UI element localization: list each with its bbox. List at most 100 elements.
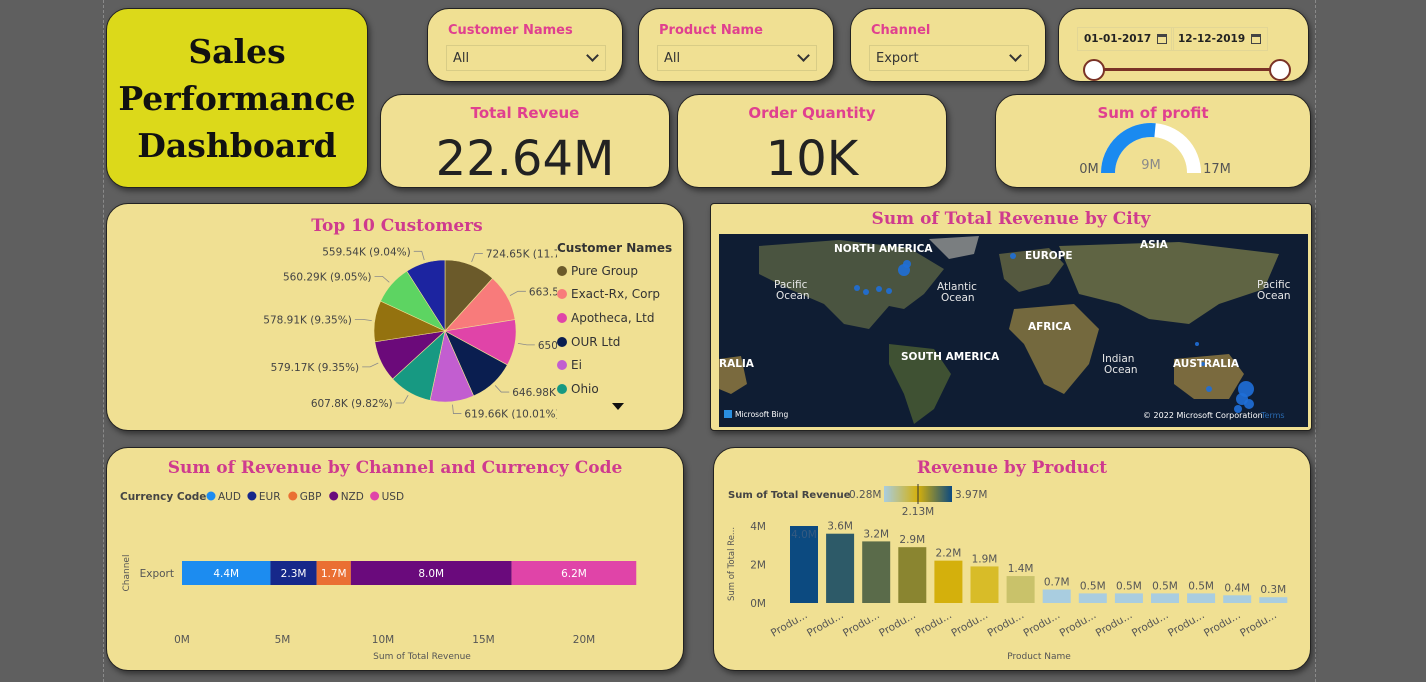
revenue-bubble[interactable] [863, 289, 869, 295]
calendar-icon[interactable] [1251, 34, 1262, 44]
legend-item[interactable]: Exact-Rx, Corp [557, 283, 672, 307]
legend-item[interactable]: OUR Ltd [557, 330, 672, 354]
slicer-label: Customer Names [448, 23, 573, 38]
x-axis-title: Sum of Total Revenue [373, 652, 471, 662]
revenue-bubble[interactable] [1206, 386, 1212, 392]
world-map[interactable]: NORTH AMERICA EUROPE ASIA AFRICA SOUTH A… [719, 234, 1308, 427]
order-quantity-card: Order Quantity 10K [677, 94, 947, 188]
end-date-input[interactable]: 12-12-2019 [1171, 27, 1269, 51]
pie-leader-line [517, 342, 535, 346]
pie-leader-line [395, 394, 409, 404]
category-label: Export [140, 568, 174, 580]
x-category-label: Produ... [1130, 609, 1171, 639]
x-tick-label: 20M [573, 634, 595, 646]
x-category-label: Produ... [841, 609, 882, 639]
date-slider-track[interactable] [1094, 68, 1280, 71]
kpi-value: 10K [765, 131, 859, 187]
pie-data-label: 663.56K (10.72%) [529, 286, 557, 298]
bar-data-label: 2.2M [936, 548, 962, 560]
pie-leader-line [362, 362, 379, 368]
start-date-input[interactable]: 01-01-2017 [1077, 27, 1175, 51]
product-bar[interactable] [898, 547, 927, 603]
legend-marker [206, 491, 216, 501]
revenue-bubble[interactable] [1195, 342, 1199, 346]
product-bar[interactable] [1114, 593, 1143, 603]
legend-marker [557, 360, 567, 371]
product-bar[interactable] [1151, 593, 1179, 603]
revenue-map-card: Sum of Total Revenue by City NORTH AMERI… [710, 203, 1312, 431]
product-bar[interactable] [1006, 576, 1035, 603]
legend-item[interactable]: Ohio [557, 377, 672, 401]
x-category-label: Produ... [985, 609, 1026, 639]
customer-names-dropdown[interactable]: All [446, 45, 606, 71]
legend-item[interactable]: Pure Group [557, 259, 672, 283]
pie-leader-line [374, 275, 390, 283]
dashboard-title-card: Sales Performance Dashboard [106, 8, 368, 188]
pie-leader-line [494, 385, 510, 393]
customers-pie-chart[interactable]: 724.65K (11.7%) 663.56K (10.72%) 650.52K (… [107, 204, 557, 432]
x-category-label: Produ... [949, 609, 990, 639]
product-bar[interactable] [1223, 595, 1252, 603]
pie-data-label: 560.29K (9.05%) [283, 271, 372, 283]
bar-data-label: 6.2M [561, 568, 587, 580]
bar-data-label: 0.5M [1080, 580, 1106, 592]
product-bar[interactable] [1042, 589, 1071, 603]
revenue-bubble[interactable] [1244, 399, 1254, 409]
date-slider-end-handle[interactable] [1269, 59, 1291, 81]
kpi-value: 22.64M [435, 131, 615, 187]
legend-marker [329, 491, 339, 501]
revenue-bubble[interactable] [886, 288, 892, 294]
pie-data-label: 579.17K (9.35%) [271, 362, 360, 374]
chevron-down-icon[interactable] [797, 49, 810, 62]
date-slider-start-handle[interactable] [1083, 59, 1105, 81]
bar-data-label: 0.5M [1152, 580, 1178, 592]
start-date-value: 01-01-2017 [1084, 33, 1152, 45]
product-bar[interactable] [970, 566, 999, 603]
product-bar[interactable] [826, 533, 855, 603]
channel-stacked-bar-chart[interactable]: Currency Code AUD EUR GBP NZD USD Channel Expor… [107, 448, 685, 672]
product-bar[interactable] [934, 560, 963, 603]
gradient-min-label: 0.28M [849, 489, 881, 501]
chevron-down-icon[interactable] [586, 49, 599, 62]
calendar-icon[interactable] [1157, 34, 1168, 44]
revenue-bubble[interactable] [876, 286, 882, 292]
product-bar[interactable] [1187, 593, 1216, 603]
bar-data-label: 0.3M [1260, 584, 1286, 596]
legend-label: USD [382, 491, 404, 503]
product-bar-chart[interactable]: Sum of Total Revenue0.28M 3.97M 2.13M 4M 2M 0… [714, 448, 1312, 672]
chevron-down-icon[interactable] [1009, 49, 1022, 62]
y-axis-title: Sum of Total Re... [727, 527, 737, 601]
revenue-bubble[interactable] [1010, 253, 1016, 259]
revenue-bubble[interactable] [903, 260, 911, 268]
x-category-label: Produ... [877, 609, 918, 639]
product-name-dropdown[interactable]: All [657, 45, 817, 71]
bar-data-label: 0.4M [1224, 582, 1250, 594]
channel-slicer[interactable]: Channel Export [850, 8, 1046, 82]
x-category-label: Produ... [1022, 609, 1063, 639]
slicer-label: Product Name [659, 23, 763, 38]
product-bar[interactable] [1259, 597, 1288, 603]
x-category-label: Produ... [1238, 609, 1279, 639]
legend-scroll-down-icon[interactable] [612, 402, 624, 410]
bar-data-label: 3.6M [827, 521, 853, 533]
product-name-slicer[interactable]: Product Name All [638, 8, 834, 82]
channel-dropdown[interactable]: Export [869, 45, 1029, 71]
x-category-label: Produ... [805, 609, 846, 639]
legend-title: Customer Names [557, 241, 673, 255]
bar-data-label: 4.0M [791, 529, 817, 541]
legend-item[interactable]: Ei [557, 353, 672, 377]
legend-item[interactable]: Apotheca, Ltd [557, 306, 672, 330]
pie-data-label: 650.52K (10.51%) [538, 340, 557, 352]
y-tick-label: 4M [750, 521, 766, 533]
revenue-bubble[interactable] [854, 285, 860, 291]
date-range-slicer[interactable]: 01-01-2017 12-12-2019 [1058, 8, 1309, 82]
legend-marker [288, 491, 298, 501]
legend-label: GBP [300, 491, 322, 503]
pie-leader-line [413, 250, 425, 261]
customer-names-slicer[interactable]: Customer Names All [427, 8, 623, 82]
title-line-2: Performance [118, 78, 356, 118]
product-bar[interactable] [1078, 593, 1107, 603]
x-category-label: Produ... [1166, 609, 1207, 639]
product-bar[interactable] [862, 541, 891, 603]
kpi-title: Order Quantity [748, 104, 876, 122]
